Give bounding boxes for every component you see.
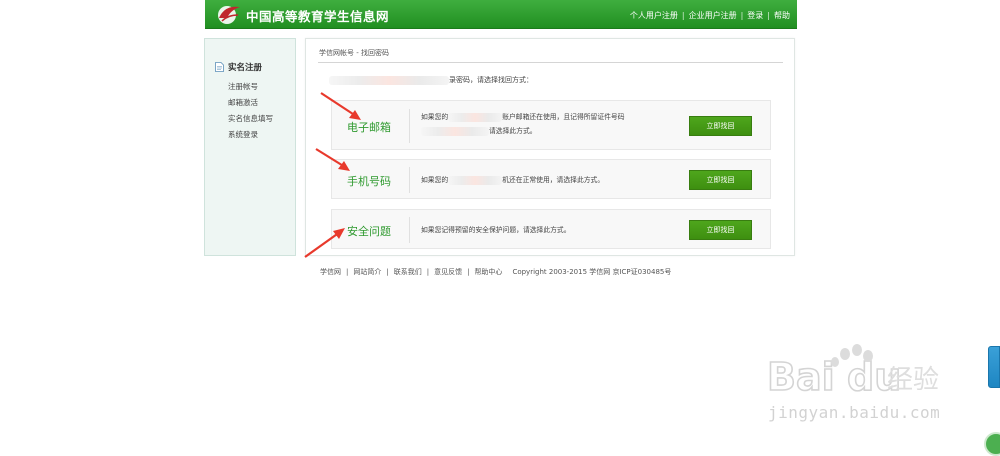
security-retrieve-button[interactable]: 立即找回: [689, 220, 752, 240]
footer-link-about[interactable]: 网站简介: [353, 267, 381, 277]
redacted-text: [448, 112, 503, 122]
separator: |: [740, 11, 744, 20]
enterprise-register-link[interactable]: 企业用户注册: [689, 10, 737, 21]
option-divider: [409, 217, 410, 243]
separator: |: [386, 268, 389, 276]
breadcrumb: 学信网帐号 - 找回密码: [319, 49, 389, 57]
email-retrieve-button[interactable]: 立即找回: [689, 116, 752, 136]
footer-link-contact[interactable]: 联系我们: [394, 267, 422, 277]
svg-text:经验: 经验: [887, 365, 939, 395]
main-panel: 学信网帐号 - 找回密码 录密码，请选择找回方式： 电子邮箱 如果您的 账户邮箱…: [305, 38, 795, 256]
option-phone-title: 手机号码: [347, 175, 391, 188]
site-title: 中国高等教育学生信息网: [246, 9, 390, 24]
intro-text: 录密码，请选择找回方式：: [329, 75, 533, 85]
side-feedback-tab[interactable]: [988, 346, 1000, 388]
sidebar-item-email-activation[interactable]: 邮箱激活: [228, 95, 273, 111]
separator: |: [767, 11, 770, 20]
corner-badge-icon[interactable]: [984, 432, 1000, 456]
option-divider: [409, 109, 410, 143]
phone-retrieve-button[interactable]: 立即找回: [689, 170, 752, 190]
sidebar-item-system-login[interactable]: 系统登录: [228, 127, 273, 143]
separator: |: [681, 11, 685, 20]
sidebar-item-register-account[interactable]: 注册帐号: [228, 79, 273, 95]
redacted-text: [421, 126, 489, 136]
site-header: 中国高等教育学生信息网 个人用户注册 | 企业用户注册 | 登录 | 帮助: [205, 0, 797, 29]
redacted-text: [448, 175, 503, 185]
redacted-text: [329, 75, 449, 85]
intro-suffix: 录密码，请选择找回方式：: [449, 76, 533, 84]
red-arrow-icon: [320, 92, 361, 120]
svg-text:Bai: Bai: [767, 355, 835, 399]
footer-link-feedback[interactable]: 意见反馈: [434, 267, 462, 277]
separator: |: [426, 268, 430, 276]
option-email: 电子邮箱 如果您的 账户邮箱还在使用，且记得所留证件号码 请选择此方式。 立即找…: [331, 100, 771, 150]
footer-link-xuexin[interactable]: 学信网: [320, 267, 341, 277]
sidebar: 实名注册 注册帐号 邮箱激活 实名信息填写 系统登录: [204, 38, 296, 256]
divider: [318, 62, 783, 63]
option-email-desc-suffix: 账户邮箱还在使用，且记得所留证件号码: [502, 113, 625, 121]
option-phone-desc: 如果您的 机还在正常使用，请选择此方式。: [421, 173, 604, 187]
sidebar-item-realname-info[interactable]: 实名信息填写: [228, 111, 273, 127]
option-email-desc: 如果您的 账户邮箱还在使用，且记得所留证件号码 请选择此方式。: [421, 110, 625, 138]
separator: |: [467, 268, 470, 276]
option-email-desc-prefix: 如果您的: [421, 113, 449, 121]
document-icon: [215, 62, 224, 72]
option-phone-desc-prefix: 如果您的: [421, 176, 449, 184]
copyright: Copyright 2003-2015 学信网 京ICP证030485号: [512, 268, 672, 276]
logo-icon: [218, 6, 240, 24]
help-link[interactable]: 帮助: [774, 10, 790, 21]
footer: 学信网 | 网站简介 | 联系我们 | 意见反馈 | 帮助中心 Copyrigh…: [320, 267, 671, 277]
option-divider: [409, 167, 410, 193]
option-security-desc: 如果您记得预留的安全保护问题，请选择此方式。: [421, 226, 571, 234]
login-link[interactable]: 登录: [747, 10, 763, 21]
red-arrow-icon: [304, 228, 345, 258]
personal-register-link[interactable]: 个人用户注册: [630, 10, 678, 21]
red-arrow-icon: [315, 148, 350, 171]
sidebar-items: 注册帐号 邮箱激活 实名信息填写 系统登录: [228, 79, 273, 143]
footer-link-help[interactable]: 帮助中心: [474, 267, 502, 277]
separator: |: [346, 268, 349, 276]
option-phone: 手机号码 如果您的 机还在正常使用，请选择此方式。 立即找回: [331, 159, 771, 199]
top-links: 个人用户注册 | 企业用户注册 | 登录 | 帮助: [630, 10, 790, 21]
sidebar-heading-label: 实名注册: [228, 63, 263, 73]
option-email-desc-line2: 请选择此方式。: [489, 127, 537, 135]
sidebar-heading: 实名注册: [215, 61, 262, 73]
option-security-question: 安全问题 如果您记得预留的安全保护问题，请选择此方式。 立即找回: [331, 209, 771, 249]
option-security-title: 安全问题: [347, 225, 391, 238]
watermark-url: jingyan.baidu.com: [768, 403, 941, 422]
option-phone-desc-suffix: 机还在正常使用，请选择此方式。: [502, 176, 605, 184]
